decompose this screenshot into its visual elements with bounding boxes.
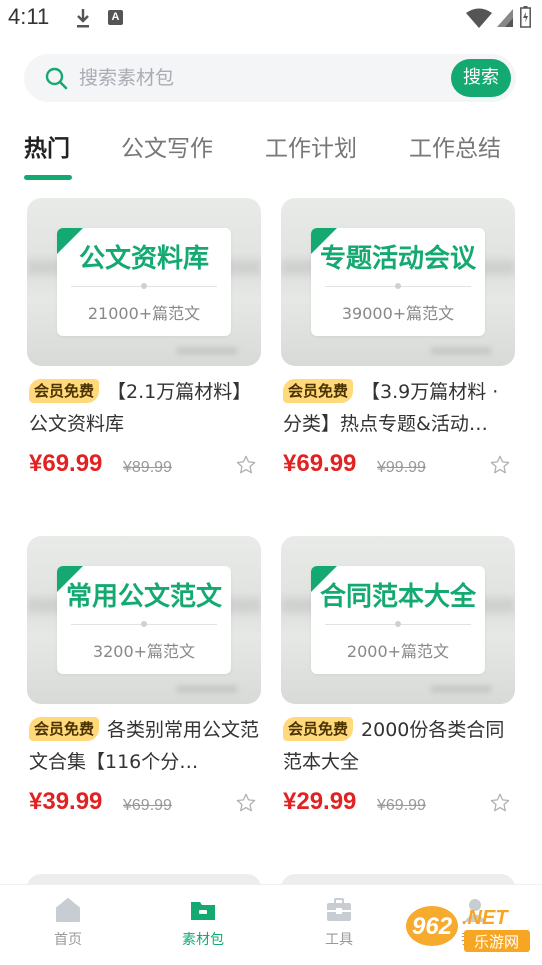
tab-indicator <box>24 175 72 180</box>
card-original-price: ¥99.99 <box>377 459 426 476</box>
search-input[interactable] <box>79 54 449 102</box>
nav-materials[interactable]: 素材包 <box>163 895 243 949</box>
thumbnail-subtitle: 3200+篇范文 <box>92 642 196 661</box>
tab-work-plan[interactable]: 工作计划 <box>265 129 357 163</box>
member-free-badge: 会员免费 <box>29 717 100 741</box>
card-thumbnail[interactable]: 常用公文范文 3200+篇范文 <box>27 536 261 704</box>
svg-text:.NET: .NET <box>462 907 509 929</box>
nav-label: 首页 <box>54 932 82 948</box>
download-icon <box>77 9 89 28</box>
watermark-logo: 962 .NET 乐游网 <box>406 906 530 952</box>
wifi-icon <box>466 8 492 28</box>
member-free-badge: 会员免费 <box>29 379 100 403</box>
favorite-star-icon[interactable] <box>489 454 511 476</box>
svg-text:乐游网: 乐游网 <box>474 933 519 951</box>
card-thumbnail[interactable]: 公文资料库 21000+篇范文 <box>27 198 261 366</box>
thumbnail-title: 合同范本大全 <box>319 582 476 612</box>
favorite-star-icon[interactable] <box>235 454 257 476</box>
thumbnail-subtitle: 39000+篇范文 <box>341 304 455 323</box>
card-price: ¥69.99 <box>283 450 357 477</box>
card-original-price: ¥89.99 <box>123 459 172 476</box>
status-bar: 4:11 A <box>0 0 542 40</box>
svg-text:962: 962 <box>412 913 453 940</box>
member-free-badge: 会员免费 <box>283 717 354 741</box>
card-title-block[interactable]: 会员免费 各类别常用公文范文合集【116个分… <box>29 714 261 778</box>
card-price: ¥39.99 <box>29 788 103 815</box>
thumbnail-subtitle: 21000+篇范文 <box>87 304 201 323</box>
card-original-price: ¥69.99 <box>377 797 426 814</box>
favorite-star-icon[interactable] <box>235 792 257 814</box>
a-notification-icon: A <box>108 10 123 25</box>
card-thumbnail[interactable]: 专题活动会议 39000+篇范文 <box>281 198 515 366</box>
nav-tools[interactable]: 工具 <box>299 895 379 949</box>
status-time: 4:11 <box>8 4 50 29</box>
tab-official-writing[interactable]: 公文写作 <box>121 129 213 163</box>
category-tabs: 热门 公文写作 工作计划 工作总结 <box>0 125 542 185</box>
nav-label: 素材包 <box>182 932 224 948</box>
thumbnail-title: 专题活动会议 <box>319 244 476 274</box>
thumbnail-title: 公文资料库 <box>78 244 209 274</box>
card-original-price: ¥69.99 <box>123 797 172 814</box>
folder-icon <box>191 902 215 920</box>
search-bar: 搜索 <box>24 54 516 102</box>
card-thumbnail[interactable]: 合同范本大全 2000+篇范文 <box>281 536 515 704</box>
search-icon <box>45 67 68 90</box>
battery-icon <box>520 6 531 28</box>
signal-icon <box>497 9 513 27</box>
toolbox-icon <box>327 898 351 921</box>
card-price: ¥69.99 <box>29 450 103 477</box>
nav-label: 工具 <box>325 932 353 948</box>
search-button[interactable]: 搜索 <box>451 59 511 97</box>
nav-home[interactable]: 首页 <box>28 895 108 949</box>
thumbnail-subtitle: 2000+篇范文 <box>346 642 450 661</box>
member-free-badge: 会员免费 <box>283 379 354 403</box>
home-icon <box>56 898 80 922</box>
tab-work-summary[interactable]: 工作总结 <box>409 129 501 163</box>
tab-hot[interactable]: 热门 <box>24 129 70 163</box>
card-title-block[interactable]: 会员免费 【2.1万篇材料】公文资料库 <box>29 376 261 440</box>
card-price: ¥29.99 <box>283 788 357 815</box>
card-title-block[interactable]: 会员免费 2000份各类合同范本大全 <box>283 714 515 778</box>
thumbnail-title: 常用公文范文 <box>65 582 222 612</box>
card-title-block[interactable]: 会员免费 【3.9万篇材料 · 分类】热点专题&活动… <box>283 376 515 440</box>
favorite-star-icon[interactable] <box>489 792 511 814</box>
